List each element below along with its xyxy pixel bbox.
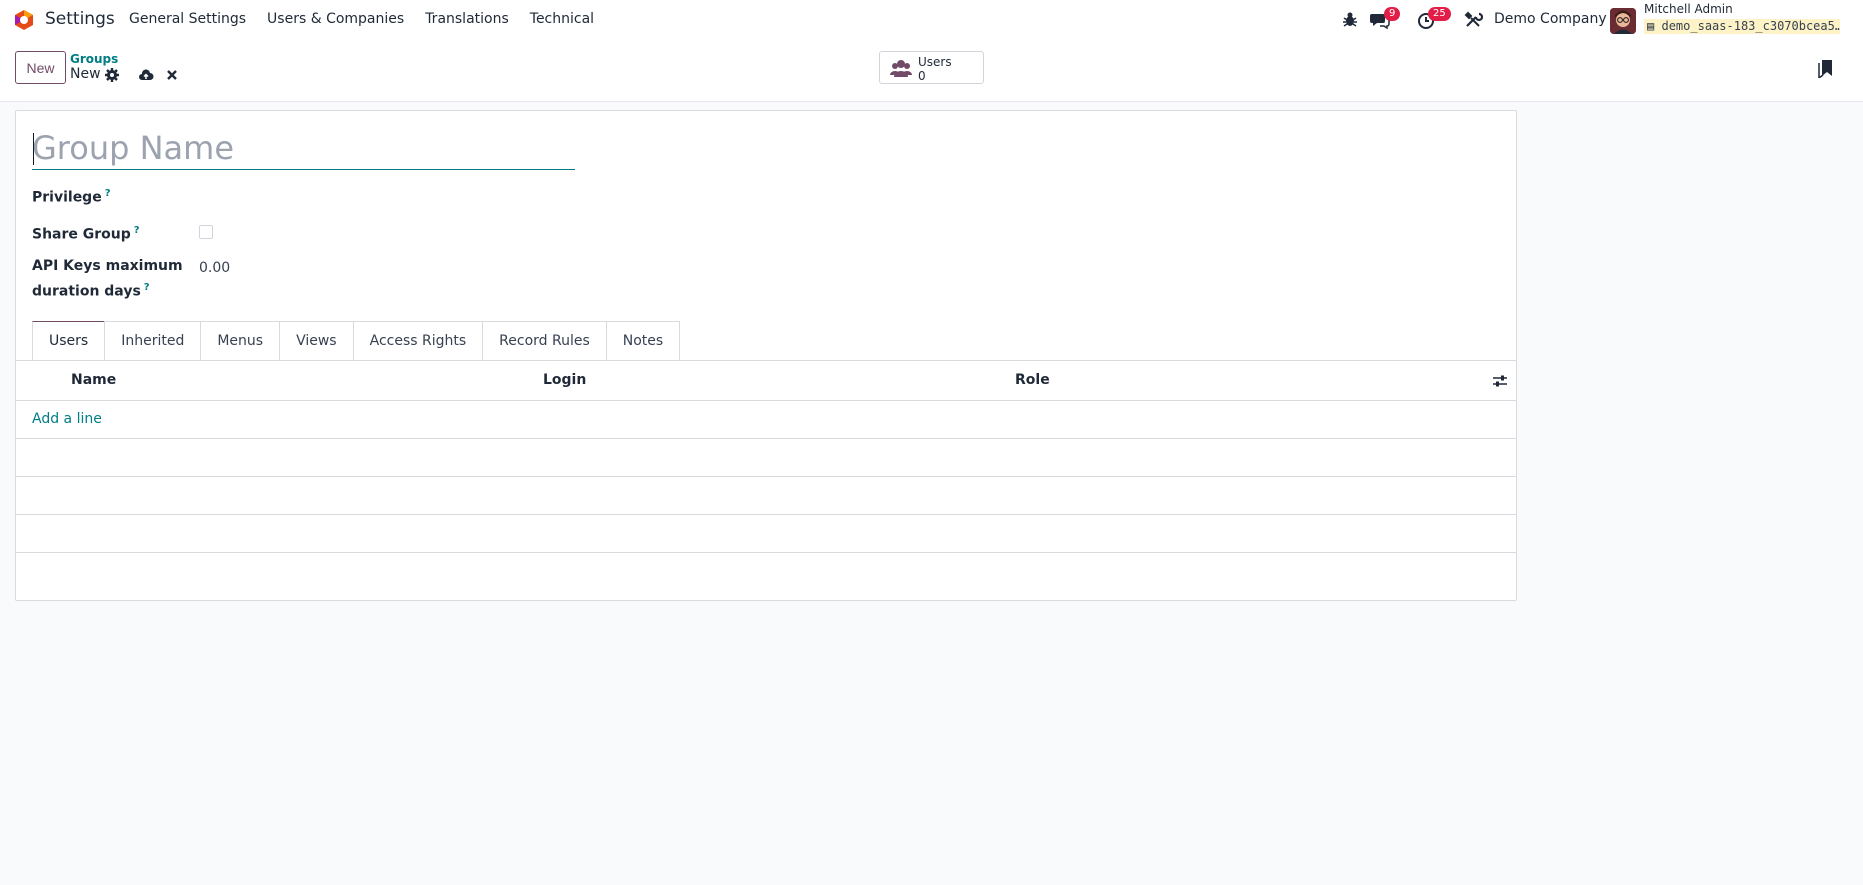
api-keys-label: API Keys maximum duration days? [32, 256, 183, 303]
stat-label: Users [918, 55, 952, 69]
users-stat-button[interactable]: Users 0 [879, 51, 984, 84]
database-label: demo_saas-183_c3070bcea5… [1661, 19, 1840, 33]
group-name-input[interactable] [32, 127, 575, 170]
menu-translations[interactable]: Translations [425, 11, 509, 27]
column-name[interactable]: Name [71, 372, 116, 388]
avatar[interactable] [1610, 8, 1636, 34]
tab-users[interactable]: Users [32, 321, 105, 361]
tab-menus[interactable]: Menus [200, 321, 280, 361]
breadcrumb[interactable]: Groups [70, 52, 118, 66]
api-keys-label-line2: duration days [32, 283, 141, 300]
api-keys-label-line1: API Keys maximum [32, 258, 183, 274]
database-name: ▤ demo_saas-183_c3070bcea5… [1644, 19, 1840, 34]
debug-bug-icon[interactable] [1340, 10, 1360, 30]
main-menu: General Settings Users & Companies Trans… [129, 11, 615, 27]
privilege-label: Privilege? [32, 183, 111, 209]
table-row [16, 439, 1516, 477]
menu-technical[interactable]: Technical [530, 11, 594, 27]
menu-users-companies[interactable]: Users & Companies [267, 11, 404, 27]
messages-badge: 9 [1384, 7, 1401, 21]
control-panel: New Groups New Users 0 [0, 40, 1863, 102]
tools-icon[interactable] [1463, 10, 1483, 30]
menu-general-settings[interactable]: General Settings [129, 11, 246, 27]
cloud-upload-save-icon[interactable] [138, 67, 154, 83]
tab-record-rules[interactable]: Record Rules [482, 321, 606, 361]
bookmark-icon[interactable] [1818, 58, 1834, 78]
text-caret [33, 133, 34, 165]
column-role[interactable]: Role [1015, 372, 1050, 388]
activities-badge: 25 [1428, 7, 1451, 21]
users-group-icon [890, 60, 912, 77]
share-group-help-icon[interactable]: ? [134, 225, 140, 236]
tab-notes[interactable]: Notes [605, 321, 681, 361]
api-keys-help-icon[interactable]: ? [144, 282, 150, 293]
table-row: Add a line [16, 401, 1516, 439]
tab-inherited[interactable]: Inherited [104, 321, 201, 361]
column-login[interactable]: Login [543, 372, 586, 388]
tab-access-rights[interactable]: Access Rights [352, 321, 483, 361]
privilege-label-text: Privilege [32, 189, 102, 206]
user-name[interactable]: Mitchell Admin [1644, 2, 1733, 16]
optional-columns-icon[interactable] [1492, 373, 1508, 389]
share-group-label-text: Share Group [32, 226, 131, 243]
database-icon: ▤ [1647, 19, 1655, 33]
form-sheet: Privilege? Share Group? API Keys maximum… [15, 110, 1517, 601]
table-row [16, 477, 1516, 515]
users-table: Name Login Role Add a line [16, 360, 1516, 553]
new-button[interactable]: New [15, 51, 66, 84]
record-name: New [70, 66, 101, 82]
top-navbar: Settings General Settings Users & Compan… [0, 0, 1863, 40]
user-avatar-icon [1610, 8, 1636, 34]
share-group-checkbox[interactable] [199, 225, 213, 239]
discard-close-icon[interactable] [164, 67, 180, 83]
table-header: Name Login Role [16, 361, 1516, 401]
table-row [16, 515, 1516, 553]
notebook-tabs: Users Inherited Menus Views Access Right… [32, 321, 681, 361]
app-name[interactable]: Settings [45, 9, 115, 29]
add-a-line-link[interactable]: Add a line [32, 411, 102, 427]
stat-value: 0 [918, 69, 926, 83]
api-keys-duration-field[interactable]: 0.00 [199, 260, 230, 276]
app-logo-icon[interactable] [13, 9, 35, 31]
gear-icon[interactable] [104, 67, 120, 83]
privilege-help-icon[interactable]: ? [105, 188, 111, 199]
tab-views[interactable]: Views [279, 321, 353, 361]
company-switcher[interactable]: Demo Company [1494, 11, 1607, 27]
share-group-label: Share Group? [32, 220, 140, 246]
